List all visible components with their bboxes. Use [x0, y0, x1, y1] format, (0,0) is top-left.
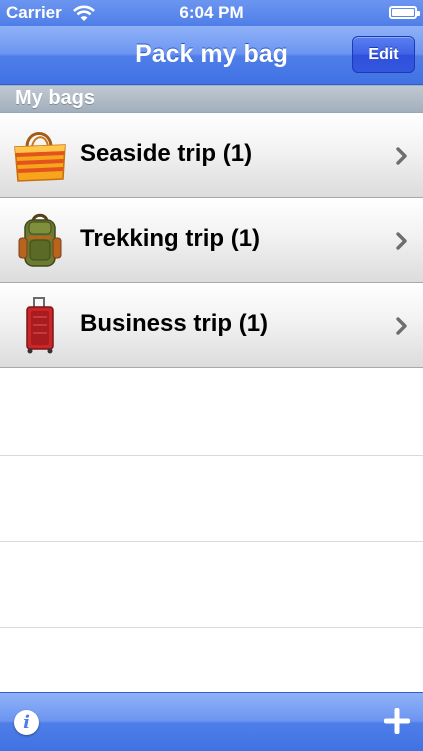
bag-list: Seaside trip (1) Trekking trip (1) Busin…	[0, 113, 423, 368]
edit-button[interactable]: Edit	[352, 36, 415, 73]
section-header: My bags	[0, 85, 423, 113]
chevron-right-icon	[396, 232, 407, 250]
status-bar: Carrier 6:04 PM	[0, 0, 423, 26]
backpack-icon	[18, 213, 62, 267]
chevron-right-icon	[396, 317, 407, 335]
bag-label: Trekking trip (1)	[80, 225, 261, 252]
info-icon: i	[23, 712, 30, 733]
table-separator	[0, 541, 423, 542]
chevron-right-icon	[396, 147, 407, 165]
bag-label: Business trip (1)	[80, 310, 269, 337]
section-title: My bags	[15, 87, 96, 109]
bag-row-business[interactable]: Business trip (1)	[0, 283, 423, 368]
bag-row-trekking[interactable]: Trekking trip (1)	[0, 198, 423, 283]
battery-icon	[389, 6, 420, 19]
add-bag-button[interactable]	[384, 708, 410, 734]
info-button[interactable]: i	[14, 710, 39, 735]
beach-bag-icon	[14, 132, 66, 182]
table-separator	[0, 627, 423, 628]
bag-row-seaside[interactable]: Seaside trip (1)	[0, 113, 423, 198]
clock: 6:04 PM	[179, 3, 244, 22]
bottom-toolbar: i	[0, 692, 423, 751]
table-separator	[0, 455, 423, 456]
navigation-bar: Pack my bag Edit	[0, 26, 423, 85]
bag-label: Seaside trip (1)	[80, 140, 253, 167]
suitcase-icon	[26, 297, 54, 354]
